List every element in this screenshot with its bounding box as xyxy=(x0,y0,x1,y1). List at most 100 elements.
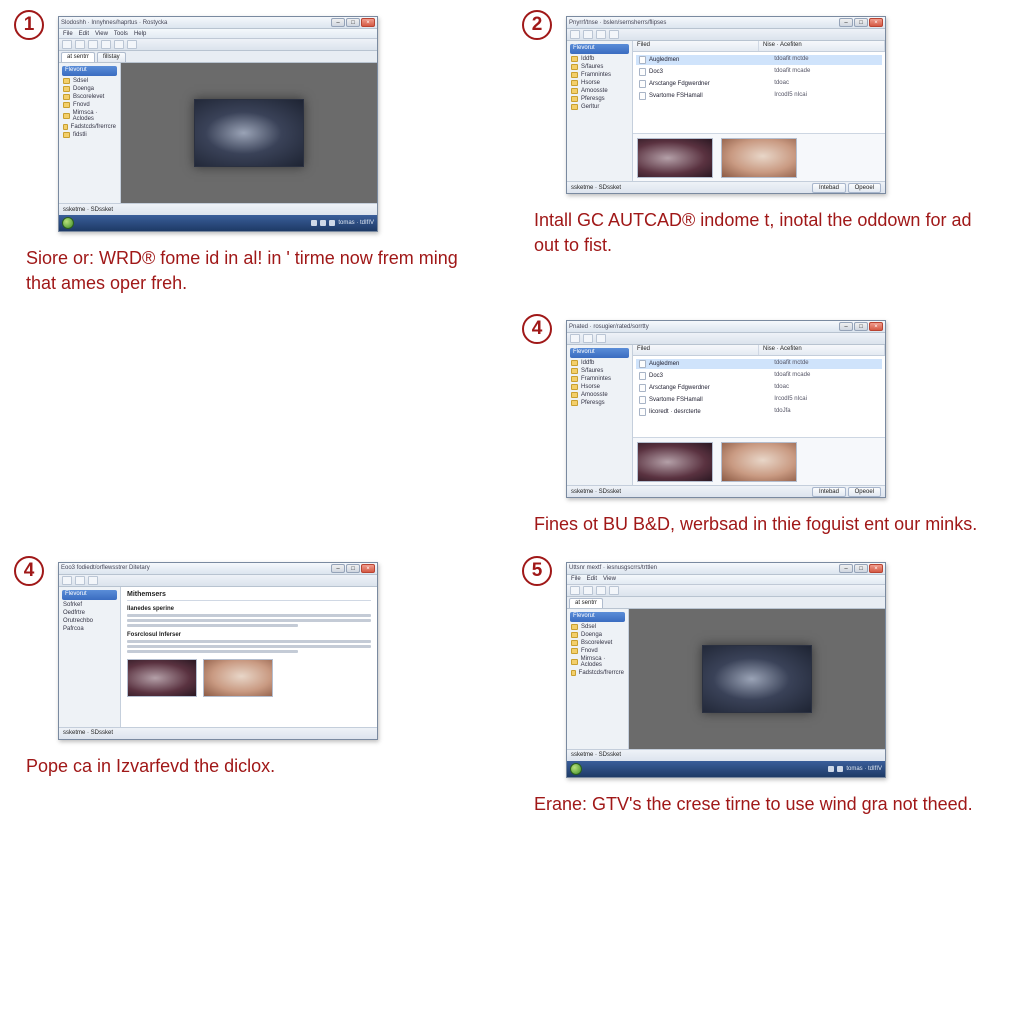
toolbar-button[interactable] xyxy=(101,40,111,49)
sidebar-item[interactable]: Amoosste xyxy=(570,392,629,398)
toolbar-button[interactable] xyxy=(88,576,98,585)
toolbar-button[interactable] xyxy=(88,40,98,49)
toolbar-button[interactable] xyxy=(62,576,72,585)
file-row[interactable]: Augledmentdoafit mctde xyxy=(636,359,882,369)
sidebar-item[interactable]: Doenga xyxy=(62,86,117,92)
tray-icon[interactable] xyxy=(837,766,843,772)
sidebar-item[interactable]: Doenga xyxy=(570,632,625,638)
menu-item[interactable]: File xyxy=(571,576,581,582)
toolbar-button[interactable] xyxy=(75,40,85,49)
sidebar-item[interactable]: Framnintes xyxy=(570,376,629,382)
sidebar-item[interactable]: Sofrkef xyxy=(62,602,117,608)
tray-icon[interactable] xyxy=(329,220,335,226)
tab[interactable]: at sentrr xyxy=(569,598,603,608)
menu-item[interactable]: Edit xyxy=(587,576,597,582)
thumbnail[interactable] xyxy=(127,659,197,697)
column-header[interactable]: Nise · Acefiten xyxy=(759,345,885,355)
sidebar-item[interactable]: Fadstcds/frerrcre xyxy=(570,670,625,676)
column-header[interactable]: Nise · Acefiten xyxy=(759,41,885,51)
sidebar-item[interactable]: Iddfb xyxy=(570,56,629,62)
maximize-button[interactable]: □ xyxy=(346,564,360,573)
tab[interactable]: fillstay xyxy=(97,52,126,62)
menu-item[interactable]: Help xyxy=(134,31,146,37)
toolbar-button[interactable] xyxy=(570,30,580,39)
sidebar-item[interactable]: Sdsel xyxy=(570,624,625,630)
sidebar-item[interactable]: Mirnsca · Aclodes xyxy=(570,656,625,668)
tray-icon[interactable] xyxy=(311,220,317,226)
thumbnail[interactable] xyxy=(203,659,273,697)
sidebar-item[interactable]: Mirnsca · Aclodes xyxy=(62,110,117,122)
tray-icon[interactable] xyxy=(320,220,326,226)
thumbnail[interactable] xyxy=(721,442,797,482)
sidebar-item[interactable]: Pferesgs xyxy=(570,96,629,102)
file-row[interactable]: Svartome FSHamallIrcodI5 nIcai xyxy=(636,91,882,101)
file-row[interactable]: Iicoredt · desrctertetdoJfa xyxy=(636,407,882,417)
toolbar-button[interactable] xyxy=(75,576,85,585)
close-button[interactable]: × xyxy=(361,564,375,573)
sidebar-item[interactable]: Sdsel xyxy=(62,78,117,84)
sidebar-item[interactable]: Pafrcoa xyxy=(62,626,117,632)
sidebar-item[interactable]: Gerltur xyxy=(570,104,629,110)
sidebar-item[interactable]: Iddfb xyxy=(570,360,629,366)
sidebar-item[interactable]: Bscorelevet xyxy=(62,94,117,100)
sidebar-item[interactable]: Oedfrtre xyxy=(62,610,117,616)
file-row[interactable]: Augledmentdoafit mctde xyxy=(636,55,882,65)
file-row[interactable]: Arsctange Fdgwerdnertdoac xyxy=(636,383,882,393)
sidebar-item[interactable]: Amoosste xyxy=(570,88,629,94)
minimize-button[interactable]: – xyxy=(839,18,853,27)
file-row[interactable]: Arsctange Fdgwerdnertdoac xyxy=(636,79,882,89)
file-row[interactable]: Doc3tdoafit mcade xyxy=(636,371,882,381)
maximize-button[interactable]: □ xyxy=(854,322,868,331)
close-button[interactable]: × xyxy=(869,322,883,331)
minimize-button[interactable]: – xyxy=(839,322,853,331)
toolbar-button[interactable] xyxy=(114,40,124,49)
toolbar-button[interactable] xyxy=(609,30,619,39)
close-button[interactable]: × xyxy=(869,564,883,573)
toolbar-button[interactable] xyxy=(570,334,580,343)
sidebar-item[interactable]: Pferesgs xyxy=(570,400,629,406)
action-button[interactable]: Intebad xyxy=(812,183,846,193)
column-header[interactable]: Filed xyxy=(633,41,759,51)
sidebar-item[interactable]: Orutrechbo xyxy=(62,618,117,624)
toolbar-button[interactable] xyxy=(570,586,580,595)
sidebar-item[interactable]: Framnintes xyxy=(570,72,629,78)
action-button[interactable]: Opeoel xyxy=(848,487,881,497)
action-button[interactable]: Opeoel xyxy=(848,183,881,193)
minimize-button[interactable]: – xyxy=(331,564,345,573)
menu-item[interactable]: Edit xyxy=(79,31,89,37)
menu-item[interactable]: File xyxy=(63,31,73,37)
sidebar-item[interactable]: Fnovd xyxy=(62,102,117,108)
toolbar-button[interactable] xyxy=(596,586,606,595)
maximize-button[interactable]: □ xyxy=(854,564,868,573)
toolbar-button[interactable] xyxy=(609,586,619,595)
sidebar-item[interactable]: S/faures xyxy=(570,64,629,70)
maximize-button[interactable]: □ xyxy=(346,18,360,27)
maximize-button[interactable]: □ xyxy=(854,18,868,27)
start-button[interactable] xyxy=(570,763,582,775)
menu-item[interactable]: Tools xyxy=(114,31,128,37)
toolbar-button[interactable] xyxy=(62,40,72,49)
toolbar-button[interactable] xyxy=(583,586,593,595)
menu-item[interactable]: View xyxy=(95,31,108,37)
close-button[interactable]: × xyxy=(361,18,375,27)
sidebar-item[interactable]: Bscorelevet xyxy=(570,640,625,646)
tab[interactable]: at sentrr xyxy=(61,52,95,62)
sidebar-item[interactable]: Fnovd xyxy=(570,648,625,654)
minimize-button[interactable]: – xyxy=(331,18,345,27)
thumbnail[interactable] xyxy=(637,442,713,482)
column-header[interactable]: Filed xyxy=(633,345,759,355)
thumbnail[interactable] xyxy=(721,138,797,178)
toolbar-button[interactable] xyxy=(596,30,606,39)
thumbnail[interactable] xyxy=(637,138,713,178)
toolbar-button[interactable] xyxy=(583,334,593,343)
file-row[interactable]: Doc3tdoafit mcade xyxy=(636,67,882,77)
sidebar-item[interactable]: fidstli xyxy=(62,132,117,138)
sidebar-item[interactable]: Hsorse xyxy=(570,80,629,86)
toolbar-button[interactable] xyxy=(127,40,137,49)
menu-item[interactable]: View xyxy=(603,576,616,582)
tray-icon[interactable] xyxy=(828,766,834,772)
minimize-button[interactable]: – xyxy=(839,564,853,573)
sidebar-item[interactable]: Hsorse xyxy=(570,384,629,390)
sidebar-item[interactable]: Fadstcds/frerrcre xyxy=(62,124,117,130)
sidebar-item[interactable]: S/faures xyxy=(570,368,629,374)
